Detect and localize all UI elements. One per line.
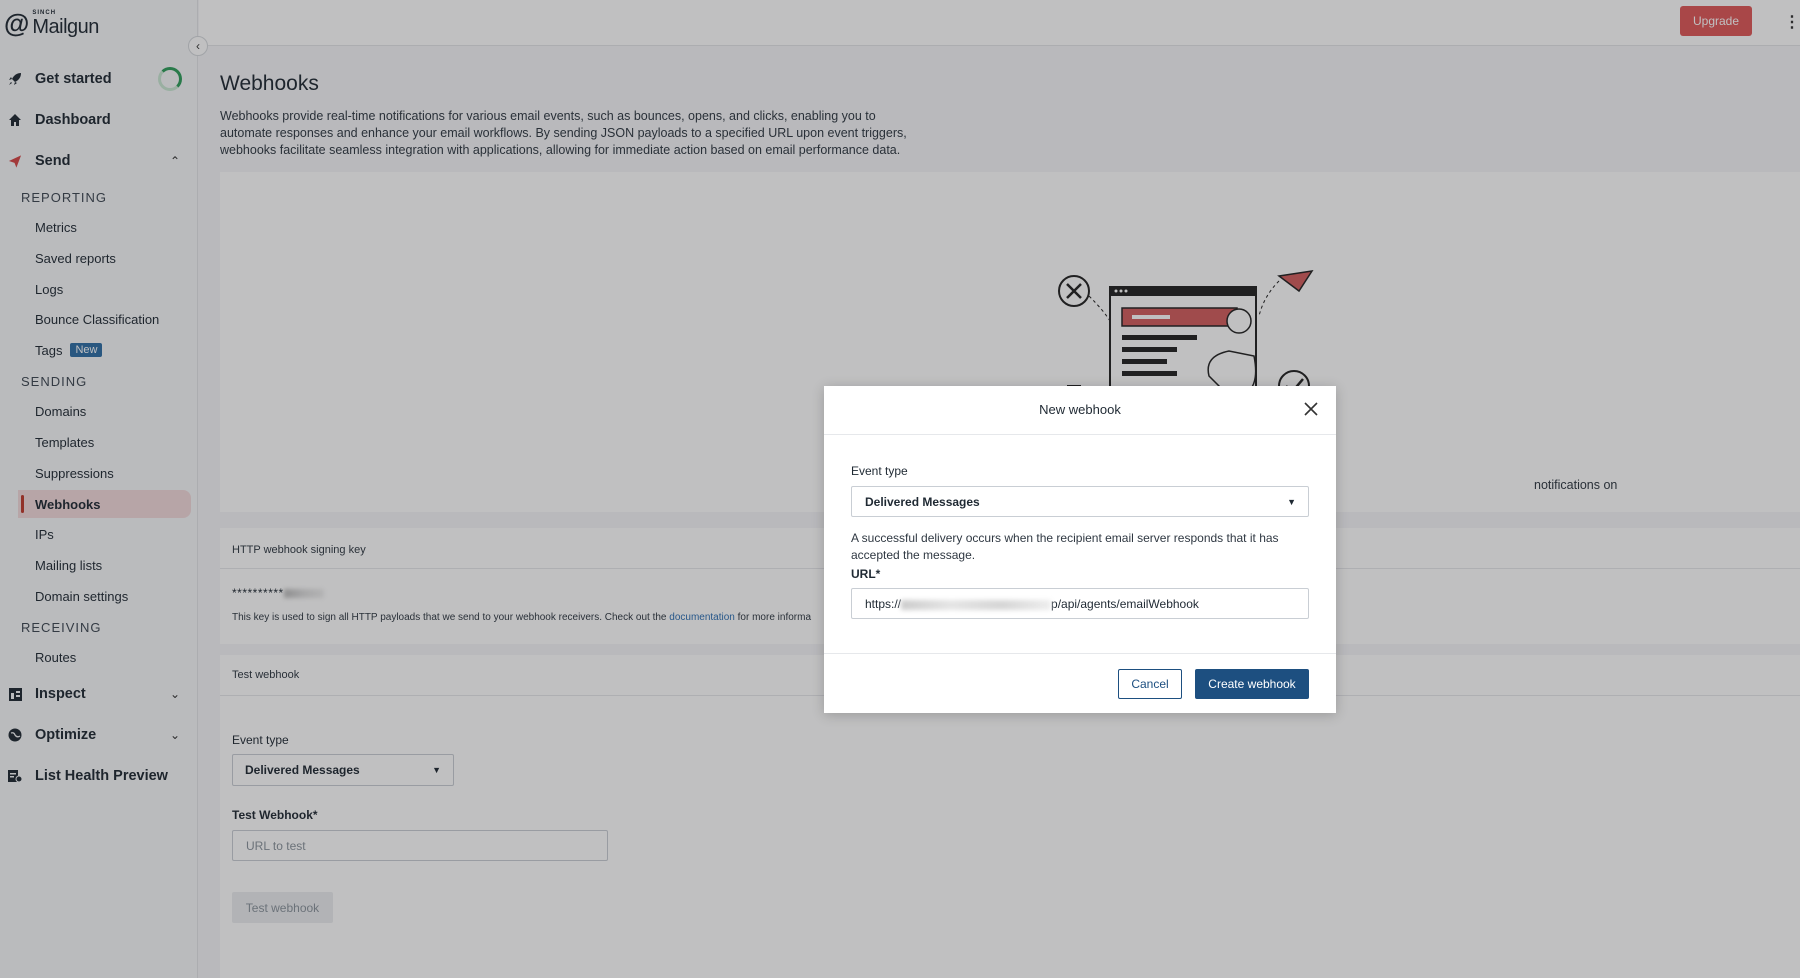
redacted-blur: [901, 599, 1052, 610]
modal-url-label: URL*: [851, 567, 881, 581]
modal-event-type-select[interactable]: Delivered Messages ▼: [851, 486, 1309, 517]
new-webhook-modal: New webhook Event type Delivered Message…: [824, 386, 1336, 713]
caret-down-icon: ▼: [1287, 497, 1296, 507]
close-icon[interactable]: [1302, 400, 1320, 418]
modal-url-input[interactable]: https:// p/api/agents/emailWebhook: [851, 588, 1309, 619]
create-webhook-button[interactable]: Create webhook: [1195, 669, 1309, 699]
cancel-button[interactable]: Cancel: [1118, 669, 1182, 699]
divider: [824, 434, 1336, 435]
url-prefix: https://: [865, 597, 902, 611]
divider: [824, 653, 1336, 654]
modal-event-type-label: Event type: [851, 464, 908, 478]
event-type-help-text: A successful delivery occurs when the re…: [851, 531, 1279, 562]
url-suffix: p/api/agents/emailWebhook: [1051, 597, 1199, 611]
modal-title: New webhook: [1039, 402, 1121, 417]
modal-event-type-value: Delivered Messages: [865, 495, 980, 509]
